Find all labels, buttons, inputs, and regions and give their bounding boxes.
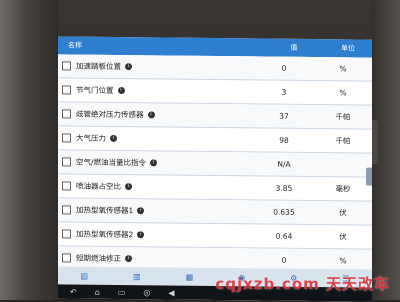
param-name: 歧管绝对压力传感器 (76, 109, 144, 120)
param-name: 短期燃油修正 (76, 253, 121, 264)
row-checkbox[interactable] (62, 253, 71, 263)
param-name: 加热型氧传感器1 (76, 205, 134, 216)
param-name: 喷油器占空比 (76, 181, 121, 192)
data-table: 加速踏板位置 i 0 % 节气门位置 i 3 % 歧管绝对压力传感器 i 37 … (58, 54, 372, 274)
param-value: 0 (281, 255, 287, 265)
document-icon: ▤ (80, 271, 89, 281)
row-checkbox[interactable] (62, 61, 71, 71)
param-value: 0.635 (273, 207, 295, 217)
table-row[interactable]: 喷油器占空比 i 3.85 毫秒 (58, 174, 372, 202)
back-icon[interactable]: ↶ (70, 287, 77, 296)
table-row[interactable]: 大气压力 i 98 千帕 (58, 126, 372, 154)
info-icon[interactable]: i (110, 134, 117, 142)
row-checkbox[interactable] (62, 205, 71, 215)
info-icon[interactable]: i (117, 86, 125, 95)
param-name: 节气门位置 (76, 85, 114, 95)
param-value: 0 (281, 63, 287, 73)
param-unit: 千帕 (335, 112, 351, 122)
header-value: 值 (290, 43, 298, 52)
filter-icon: ▦ (185, 272, 194, 282)
param-unit: % (339, 64, 347, 74)
param-value: N/A (277, 159, 291, 169)
watermark: cqjxzb.com 天天改车 (215, 275, 390, 293)
toolbar-button[interactable]: ▦ (186, 272, 194, 281)
param-name: 空气/燃油当量比指令 (76, 157, 147, 168)
chart-icon: ▥ (133, 271, 141, 281)
param-unit (314, 165, 372, 166)
table-row[interactable]: 空气/燃油当量比指令 i N/A (58, 150, 372, 178)
info-icon[interactable]: i (125, 183, 132, 191)
tablet-bezel-left (0, 0, 58, 300)
row-checkbox[interactable] (62, 109, 71, 119)
row-checkbox[interactable] (62, 157, 71, 167)
param-unit: 伏 (339, 208, 347, 218)
param-value: 3 (281, 87, 287, 97)
home-icon[interactable]: ⌂ (95, 287, 100, 296)
toolbar-button[interactable]: ▤ (80, 271, 88, 280)
info-icon[interactable]: i (147, 111, 155, 119)
toolbar-button[interactable]: ▥ (133, 272, 141, 281)
param-unit: 毫秒 (335, 184, 351, 194)
header-unit: 单位 (341, 44, 355, 53)
param-value: 3.85 (275, 183, 293, 193)
param-unit: 千帕 (335, 136, 351, 146)
row-checkbox[interactable] (62, 229, 71, 239)
scrollbar-handle[interactable] (366, 167, 372, 186)
param-name: 大气压力 (76, 133, 106, 143)
volume-icon[interactable]: ◀ (168, 288, 174, 297)
row-checkbox[interactable] (62, 181, 71, 191)
recent-apps-icon[interactable]: ▭ (118, 287, 126, 296)
table-row[interactable]: 加热型氧传感器1 i 0.635 伏 (58, 198, 372, 226)
param-value: 0.64 (275, 231, 293, 241)
param-unit: 伏 (339, 232, 347, 242)
param-value: 98 (279, 135, 289, 145)
row-checkbox[interactable] (62, 133, 71, 143)
info-icon[interactable]: i (137, 231, 145, 239)
table-row[interactable]: 加速踏板位置 i 0 % (58, 54, 372, 82)
param-name: 加热型氧传感器2 (76, 229, 134, 240)
header-name: 名称 (68, 41, 82, 50)
param-name: 加速踏板位置 (76, 61, 121, 72)
info-icon[interactable]: i (125, 255, 132, 263)
param-value: 37 (279, 111, 289, 121)
table-row[interactable]: 加热型氧传感器2 i 0.64 伏 (58, 222, 372, 250)
table-row[interactable]: 歧管绝对压力传感器 i 37 千帕 (58, 102, 372, 130)
param-unit: % (339, 88, 347, 98)
info-icon[interactable]: i (137, 207, 145, 215)
row-checkbox[interactable] (62, 85, 71, 95)
table-row[interactable]: 节气门位置 i 3 % (58, 78, 372, 106)
camera-icon[interactable]: ◎ (143, 288, 150, 297)
info-icon[interactable]: i (125, 63, 132, 71)
tablet-screen: 名称 值 单位 加速踏板位置 i 0 % 节气门位置 i 3 % 歧管绝对压力传… (58, 36, 372, 302)
info-icon[interactable]: i (150, 159, 158, 167)
param-unit: % (339, 256, 347, 266)
